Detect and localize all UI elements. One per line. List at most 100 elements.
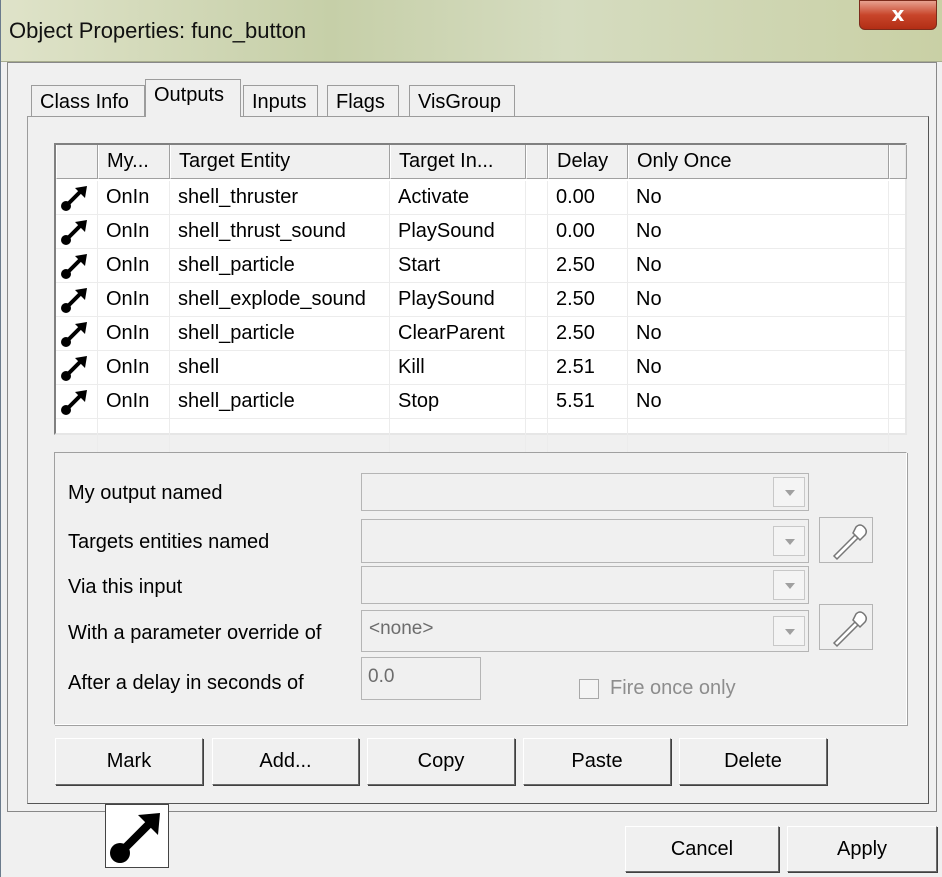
cell-my-output: OnIn [98, 215, 170, 249]
connection-status-icon [105, 804, 169, 868]
cell-my-output: OnIn [98, 351, 170, 385]
parameter-combobox[interactable]: <none> [361, 610, 809, 652]
cell-my-output: OnIn [98, 385, 170, 419]
table-row[interactable]: OnIn shell_thruster Activate 0.00 No [56, 181, 905, 215]
copy-button[interactable]: Copy [367, 738, 515, 785]
delay-value: 0.0 [368, 666, 395, 687]
outputs-list[interactable]: My... Target Entity Target In... Delay O… [54, 143, 907, 453]
cell-only-once: No [628, 283, 889, 317]
output-connection-icon [61, 220, 87, 245]
delete-button[interactable]: Delete [679, 738, 827, 785]
output-connection-icon [61, 322, 87, 347]
cell-icon [56, 181, 98, 215]
cell-delay: 0.00 [548, 181, 628, 215]
cell-target-entity: shell_explode_sound [170, 283, 390, 317]
column-header-target-entity[interactable]: Target Entity [170, 145, 390, 179]
targets-label: Targets entities named [68, 531, 270, 553]
cell-only-once: No [628, 351, 889, 385]
cell-target-input: Kill [390, 351, 526, 385]
cell-target-input: Stop [390, 385, 526, 419]
cell-parameter [526, 283, 548, 317]
cell-delay: 2.50 [548, 317, 628, 351]
delay-label: After a delay in seconds of [68, 672, 304, 694]
output-connection-icon [61, 390, 87, 415]
cell-parameter [526, 419, 548, 453]
add-button[interactable]: Add... [212, 738, 359, 785]
column-header-target-input[interactable]: Target In... [390, 145, 526, 179]
cell-target-input: PlaySound [390, 283, 526, 317]
column-header-filler [889, 145, 907, 179]
chevron-down-icon[interactable] [773, 616, 805, 646]
cell-delay: 2.50 [548, 249, 628, 283]
table-row[interactable]: OnIn shell_thrust_sound PlaySound 0.00 No [56, 215, 905, 249]
chevron-down-icon[interactable] [773, 570, 805, 600]
column-header-icon[interactable] [56, 145, 98, 179]
cell-delay [548, 419, 628, 453]
cell-target-input: Start [390, 249, 526, 283]
table-row[interactable]: OnIn shell_particle Stop 5.51 No [56, 385, 905, 419]
cell-target-input: ClearParent [390, 317, 526, 351]
cell-icon [56, 215, 98, 249]
targets-combobox[interactable] [361, 519, 809, 563]
eyedropper-icon [832, 611, 868, 648]
cell-target-input [390, 419, 526, 453]
cell-icon [56, 283, 98, 317]
cell-only-once: No [628, 385, 889, 419]
table-row[interactable]: OnIn shell_particle Start 2.50 No [56, 249, 905, 283]
tab-class-info[interactable]: Class Info [31, 85, 145, 116]
cell-only-once: No [628, 215, 889, 249]
pick-parameter-button[interactable] [819, 604, 873, 650]
table-row[interactable]: OnIn shell Kill 2.51 No [56, 351, 905, 385]
tab-inputs[interactable]: Inputs [243, 85, 318, 116]
output-connection-icon [110, 813, 160, 863]
cancel-button[interactable]: Cancel [625, 826, 779, 872]
column-header-parameter[interactable] [526, 145, 548, 179]
object-properties-window: Object Properties: func_button x Class I… [0, 0, 942, 877]
cell-target-entity: shell_particle [170, 385, 390, 419]
cell-icon [56, 351, 98, 385]
apply-button[interactable]: Apply [787, 826, 937, 872]
column-header-my-output[interactable]: My... [98, 145, 170, 179]
cell-target-input: Activate [390, 181, 526, 215]
mark-button[interactable]: Mark [55, 738, 203, 785]
input-label: Via this input [68, 576, 183, 598]
output-connection-icon [61, 288, 87, 313]
cell-icon [56, 249, 98, 283]
tab-flags[interactable]: Flags [327, 85, 399, 116]
cell-my-output: OnIn [98, 283, 170, 317]
cell-only-once: No [628, 249, 889, 283]
table-row[interactable]: OnIn shell_particle ClearParent 2.50 No [56, 317, 905, 351]
close-button[interactable]: x [859, 0, 937, 30]
delay-input[interactable]: 0.0 [361, 657, 481, 700]
grid-header: My... Target Entity Target In... Delay O… [56, 145, 907, 179]
pick-target-entity-button[interactable] [819, 517, 873, 563]
parameter-label: With a parameter override of [68, 622, 322, 644]
paste-button[interactable]: Paste [523, 738, 671, 785]
fire-once-checkbox[interactable] [579, 679, 599, 699]
close-icon: x [891, 2, 905, 26]
table-row[interactable]: OnIn shell_explode_sound PlaySound 2.50 No [56, 283, 905, 317]
cell-icon [56, 419, 98, 453]
tab-outputs[interactable]: Outputs [145, 79, 241, 117]
output-name-label: My output named [68, 482, 223, 504]
output-connection-icon [61, 356, 87, 381]
parameter-value: <none> [369, 618, 434, 639]
cell-only-once: No [628, 317, 889, 351]
cell-target-entity [170, 419, 390, 453]
cell-icon [56, 385, 98, 419]
input-combobox[interactable] [361, 566, 809, 604]
cell-delay: 2.50 [548, 283, 628, 317]
cell-only-once [628, 419, 889, 453]
title-bar[interactable]: Object Properties: func_button x [1, 0, 942, 62]
cell-parameter [526, 215, 548, 249]
output-name-combobox[interactable] [361, 473, 809, 511]
tab-visgroup[interactable]: VisGroup [409, 85, 515, 116]
cell-delay: 2.51 [548, 351, 628, 385]
column-header-delay[interactable]: Delay [548, 145, 628, 179]
cell-target-entity: shell_particle [170, 249, 390, 283]
cell-parameter [526, 385, 548, 419]
chevron-down-icon[interactable] [773, 477, 805, 507]
column-header-only-once[interactable]: Only Once [628, 145, 889, 179]
chevron-down-icon[interactable] [773, 526, 805, 556]
output-connection-icon [61, 254, 87, 279]
